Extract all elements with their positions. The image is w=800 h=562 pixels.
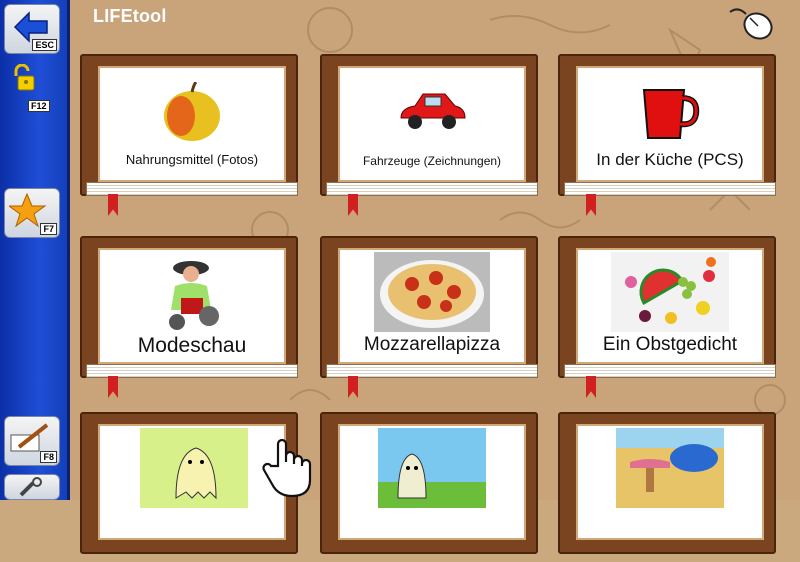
book-pages (86, 364, 298, 378)
book-page: Modeschau (98, 248, 286, 364)
f7-key-label: F7 (40, 223, 57, 235)
hand-cursor-icon (262, 438, 312, 498)
mouse-icon (729, 8, 773, 40)
sidebar: ESC F12 F7 F8 (0, 0, 70, 500)
book-page (576, 424, 764, 540)
book-page: Ein Obstgedicht (576, 248, 764, 364)
f8-key-label: F8 (40, 451, 57, 463)
edit-button[interactable]: F8 (4, 416, 60, 466)
book-pages (564, 182, 776, 196)
red-mug-picture (642, 89, 700, 139)
red-car-picture (400, 93, 466, 129)
wrench-icon (19, 477, 42, 497)
book-title: Ein Obstgedicht (602, 334, 738, 355)
book-obstgedicht[interactable]: Ein Obstgedicht (558, 236, 776, 398)
book-pages (564, 364, 776, 378)
favorites-button[interactable]: F7 (4, 188, 60, 238)
fruit-platter-picture (611, 252, 729, 332)
pizza-picture (374, 252, 490, 332)
book-page: Nahrungsmittel (Fotos) (98, 66, 286, 182)
ghost-picture (140, 428, 248, 508)
settings-button[interactable] (4, 474, 60, 500)
book-title: Modeschau (137, 334, 247, 357)
esc-key-label: ESC (32, 39, 57, 51)
book-page (98, 424, 286, 540)
book-title: In der Küche (PCS) (596, 150, 744, 169)
book-fahrzeuge[interactable]: Fahrzeuge (Zeichnungen) (320, 54, 538, 216)
book-nahrungsmittel[interactable]: Nahrungsmittel (Fotos) (80, 54, 298, 216)
book-mozzarellapizza[interactable]: Mozzarellapizza (320, 236, 538, 398)
padlock-open-icon (14, 64, 35, 91)
book-page (338, 424, 526, 540)
book-pages (326, 182, 538, 196)
book-modeschau[interactable]: Modeschau (80, 236, 298, 398)
book-title: Mozzarellapizza (363, 334, 501, 355)
unlock-button[interactable]: F12 (6, 64, 60, 112)
book-title: Fahrzeuge (Zeichnungen) (362, 154, 502, 168)
fashion-person-picture (169, 261, 219, 330)
book-kueche[interactable]: In der Küche (PCS) (558, 54, 776, 216)
book-desert[interactable] (558, 412, 776, 562)
ghost-sky-picture (378, 428, 486, 508)
book-pages (86, 182, 298, 196)
book-pages (326, 364, 538, 378)
book-ghost-2[interactable] (320, 412, 538, 562)
f12-key-label: F12 (28, 100, 50, 112)
book-page: In der Küche (PCS) (576, 66, 764, 182)
book-title: Nahrungsmittel (Fotos) (125, 152, 259, 167)
apple-picture (164, 82, 220, 141)
book-page: Mozzarellapizza (338, 248, 526, 364)
back-button[interactable]: ESC (4, 4, 60, 54)
app-title: LIFEtool (93, 6, 167, 26)
book-page: Fahrzeuge (Zeichnungen) (338, 66, 526, 182)
desert-scene-picture (616, 428, 724, 508)
